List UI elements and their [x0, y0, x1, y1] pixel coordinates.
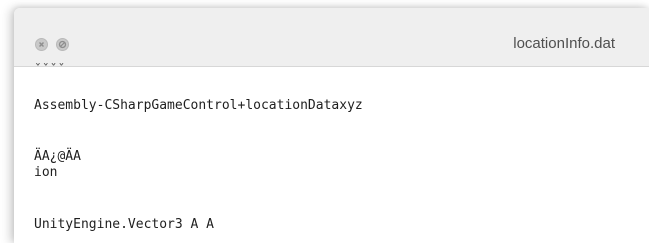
file-line: ÄA¿@ÄA: [34, 149, 81, 164]
window-title: locationInfo.dat: [513, 35, 615, 52]
title-bar[interactable]: locationInfo.dat: [14, 8, 649, 67]
file-line: ion: [34, 165, 58, 180]
text-editor-window: locationInfo.dat ˇˇˇˇ Assembly-CSharpGam…: [14, 8, 649, 243]
file-line: ˇˇˇˇ: [34, 63, 66, 78]
file-line: Assembly-CSharpGameControl+locationDatax…: [34, 98, 363, 113]
file-line: UnityEngine.Vector3 A A: [34, 217, 215, 232]
